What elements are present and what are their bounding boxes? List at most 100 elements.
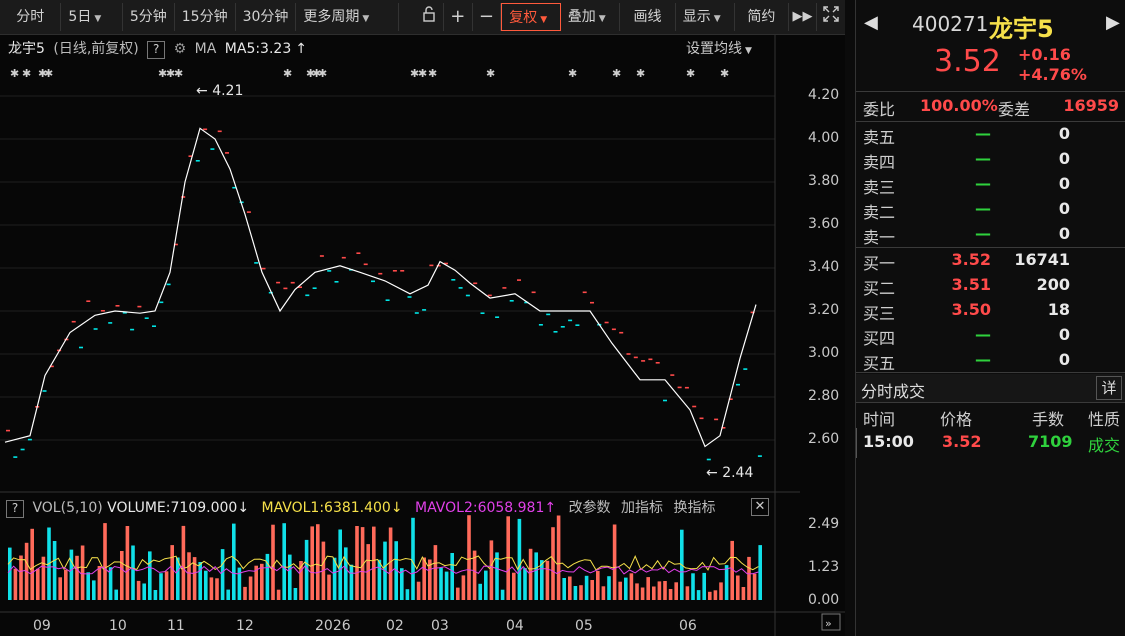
bid-row[interactable]: 买二 3.51 200 bbox=[856, 275, 1125, 300]
tab-30min[interactable]: 30分钟 bbox=[236, 3, 297, 31]
svg-text:✱: ✱ bbox=[10, 67, 19, 80]
mavol2-value: MAVOL2:6058.981 bbox=[415, 500, 545, 516]
stock-title: 龙宇5 bbox=[989, 15, 1054, 43]
date-tick: 03 bbox=[431, 618, 449, 634]
ask-label: 卖四 bbox=[863, 153, 896, 172]
vol-label: VOL(5,10) bbox=[32, 500, 103, 516]
price-tick: 4.20 bbox=[808, 87, 840, 103]
date-tick: 09 bbox=[33, 618, 51, 634]
date-tick: 10 bbox=[109, 618, 127, 634]
ask-row[interactable]: 卖四 — 0 bbox=[856, 149, 1125, 174]
overlay-dropdown[interactable]: 叠加 ▼ bbox=[561, 3, 621, 31]
svg-text:✱: ✱ bbox=[44, 67, 53, 80]
bid-price: 3.50 bbox=[951, 300, 991, 319]
switch-indicator-button[interactable]: 换指标 bbox=[673, 500, 715, 516]
ask-volume: 0 bbox=[1058, 174, 1070, 193]
adjust-dropdown[interactable]: 复权 ▼ bbox=[501, 3, 561, 31]
bid-label: 买五 bbox=[863, 354, 896, 373]
col-price: 价格 bbox=[940, 410, 973, 429]
ma5-line bbox=[4, 127, 757, 448]
simple-button[interactable]: 简约 bbox=[735, 3, 789, 31]
tab-5day[interactable]: 5日 ▼ bbox=[61, 3, 123, 31]
svg-text:✱: ✱ bbox=[636, 67, 645, 80]
low-annotation: ← 2.44 bbox=[706, 465, 753, 481]
svg-text:✱: ✱ bbox=[418, 67, 427, 80]
date-tick: 04 bbox=[506, 618, 524, 634]
date-tick: 06 bbox=[679, 618, 697, 634]
quote-panel: ◀ 400271 龙宇5 ▶ 3.52 +0.16 +4.76% 委比 100.… bbox=[855, 0, 1125, 636]
ask-row[interactable]: 卖二 — 0 bbox=[856, 199, 1125, 224]
ask-label: 卖三 bbox=[863, 178, 896, 197]
zoom-out-icon[interactable]: − bbox=[473, 3, 502, 31]
bid-row[interactable]: 买三 3.50 18 bbox=[856, 300, 1125, 325]
svg-text:»: » bbox=[825, 617, 832, 630]
bid-label: 买四 bbox=[863, 329, 896, 348]
commission-ratio-row: 委比 100.00% 委差 16959 bbox=[863, 96, 1119, 119]
svg-text:✱: ✱ bbox=[568, 67, 577, 80]
bid-volume: 16741 bbox=[1014, 250, 1070, 269]
edit-params-button[interactable]: 改参数 bbox=[569, 500, 611, 516]
next-stock-button[interactable]: ▶ bbox=[1106, 12, 1120, 33]
add-indicator-button[interactable]: 加指标 bbox=[621, 500, 663, 516]
ask-row[interactable]: 卖五 — 0 bbox=[856, 124, 1125, 149]
ask-price: — bbox=[975, 124, 991, 143]
trade-price: 3.52 bbox=[942, 432, 982, 451]
bid-label: 买三 bbox=[863, 304, 896, 323]
price-change-pct: +4.76% bbox=[1018, 65, 1087, 84]
ask-price: — bbox=[975, 149, 991, 168]
svg-text:✱: ✱ bbox=[612, 67, 621, 80]
trade-qty: 7109 bbox=[1028, 432, 1073, 451]
col-nature: 性质 bbox=[1088, 410, 1121, 429]
tab-intraday[interactable]: 分时 bbox=[0, 3, 62, 31]
lock-icon[interactable] bbox=[415, 3, 444, 31]
last-price: 3.52 bbox=[934, 44, 1001, 79]
volume-help-icon[interactable]: ? bbox=[6, 500, 24, 518]
price-tick: 3.60 bbox=[808, 216, 840, 232]
display-dropdown[interactable]: 显示 ▼ bbox=[676, 3, 736, 31]
tab-15min[interactable]: 15分钟 bbox=[175, 3, 236, 31]
bid-price: — bbox=[975, 350, 991, 369]
ask-row[interactable]: 卖三 — 0 bbox=[856, 174, 1125, 199]
fast-forward-icon[interactable]: ▶▶ bbox=[789, 3, 818, 31]
stock-code: 400271 bbox=[912, 12, 989, 36]
price-tick: 4.00 bbox=[808, 130, 840, 146]
svg-text:✱: ✱ bbox=[22, 67, 31, 80]
tab-5min[interactable]: 5分钟 bbox=[123, 3, 175, 31]
more-periods-dropdown[interactable]: 更多周期 ▼ bbox=[296, 3, 400, 31]
ask-label: 卖一 bbox=[863, 228, 896, 247]
prev-stock-button[interactable]: ◀ bbox=[864, 12, 878, 33]
ask-row[interactable]: 卖一 — 0 bbox=[856, 224, 1125, 249]
draw-button[interactable]: 画线 bbox=[620, 3, 676, 31]
high-annotation: ← 4.21 bbox=[196, 83, 243, 99]
bid-price: — bbox=[975, 325, 991, 344]
price-tick: 3.80 bbox=[808, 173, 840, 189]
trade-time: 15:00 bbox=[863, 432, 914, 451]
volume-value: VOLUME:7109.000 bbox=[107, 500, 238, 516]
close-indicator-icon[interactable]: ✕ bbox=[751, 498, 769, 516]
price-tick: 3.00 bbox=[808, 345, 840, 361]
date-tick: 12 bbox=[236, 618, 254, 634]
price-tick: 2.60 bbox=[808, 431, 840, 447]
svg-text:✱: ✱ bbox=[686, 67, 695, 80]
svg-text:✱: ✱ bbox=[720, 67, 729, 80]
ask-label: 卖五 bbox=[863, 128, 896, 147]
bid-row[interactable]: 买四 — 0 bbox=[856, 325, 1125, 350]
price-tick: 3.40 bbox=[808, 259, 840, 275]
ask-volume: 0 bbox=[1058, 224, 1070, 243]
bid-row[interactable]: 买一 3.52 16741 bbox=[856, 250, 1125, 275]
bid-volume: 0 bbox=[1058, 350, 1070, 369]
trade-nature: 成交 bbox=[1088, 436, 1121, 455]
bid-price: 3.52 bbox=[951, 250, 991, 269]
bid-volume: 200 bbox=[1036, 275, 1070, 294]
trade-detail-button[interactable]: 详 bbox=[1096, 376, 1122, 400]
ask-price: — bbox=[975, 199, 991, 218]
volume-tick: 0.00 bbox=[808, 592, 840, 608]
mavol1-value: MAVOL1:6381.400 bbox=[261, 500, 391, 516]
ask-price: — bbox=[975, 174, 991, 193]
ask-volume: 0 bbox=[1058, 124, 1070, 143]
trades-title: 分时成交 bbox=[861, 382, 926, 401]
commission-diff: 16959 bbox=[1063, 96, 1119, 115]
zoom-in-icon[interactable]: + bbox=[444, 3, 473, 31]
fullscreen-icon[interactable] bbox=[817, 3, 845, 31]
chart-toolbar: 分时 5日 ▼ 5分钟 15分钟 30分钟 更多周期 ▼ + − 复权 ▼ 叠加 ▼ 画… bbox=[0, 0, 845, 35]
